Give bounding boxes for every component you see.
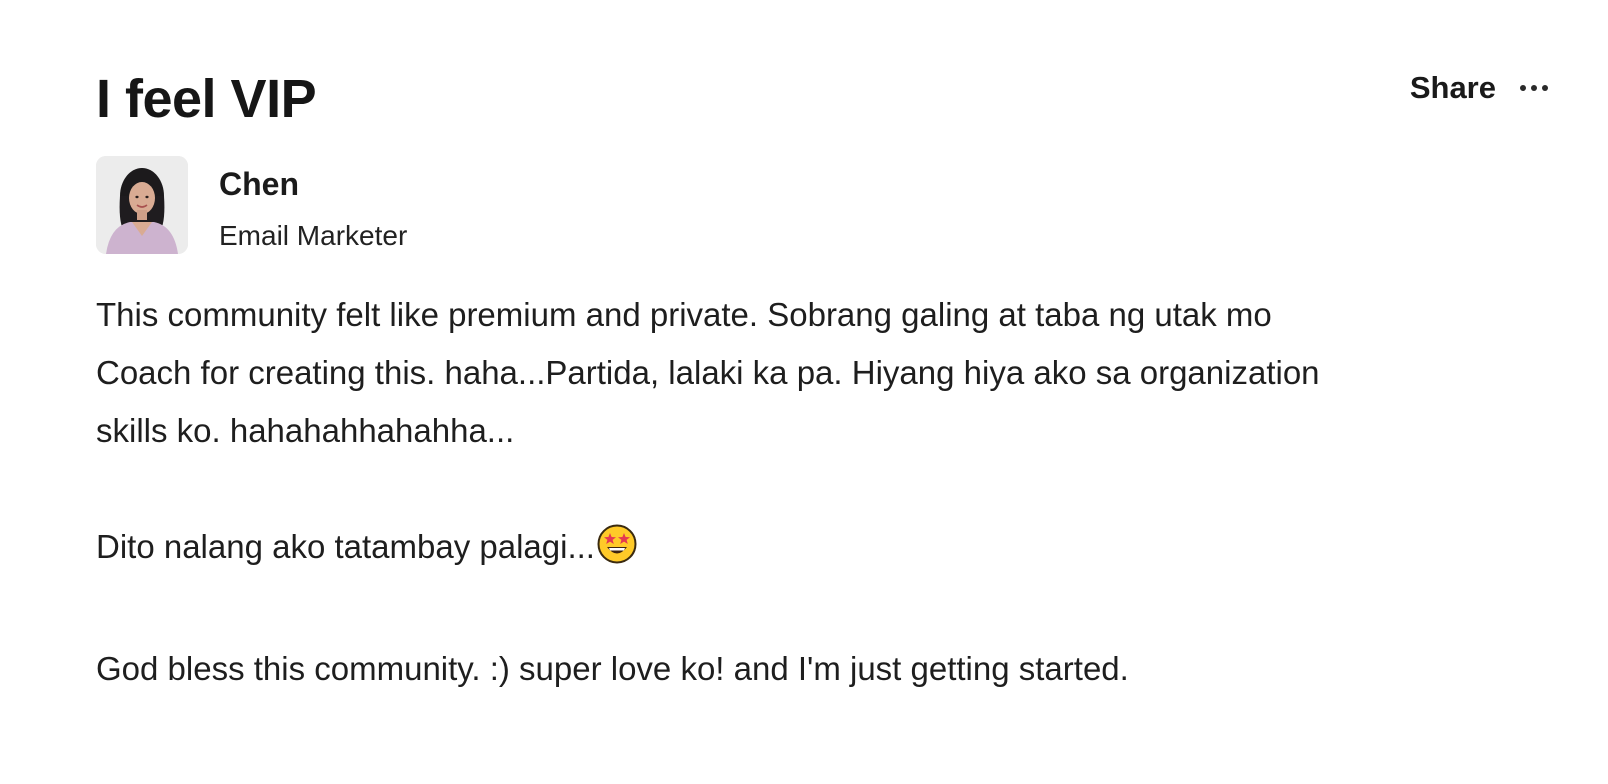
post-card: I feel VIP Share Chen Email Marketer Thi… <box>96 62 1556 698</box>
post-title: I feel VIP <box>96 69 317 129</box>
more-dot <box>1531 85 1537 91</box>
avatar-image <box>96 156 188 254</box>
more-options-icon[interactable] <box>1518 68 1550 108</box>
post-body: This community felt like premium and pri… <box>96 286 1556 698</box>
body-text: Dito nalang ako tatambay palagi... <box>96 528 595 565</box>
body-paragraph: Dito nalang ako tatambay palagi... <box>96 518 1556 582</box>
author-role: Email Marketer <box>219 220 408 251</box>
body-line: This community felt like premium and pri… <box>96 296 1272 333</box>
author-name[interactable]: Chen <box>219 164 407 204</box>
avatar[interactable] <box>96 156 188 254</box>
author-meta: Chen Email Marketer <box>219 156 407 254</box>
more-dot <box>1542 85 1548 91</box>
star-struck-emoji-icon <box>597 524 637 582</box>
body-paragraph: God bless this community. :) super love … <box>96 650 1129 687</box>
body-line: skills ko. hahahahhahahha... <box>96 412 515 449</box>
more-dot <box>1520 85 1526 91</box>
post-actions: Share <box>1410 68 1550 108</box>
share-button[interactable]: Share <box>1410 70 1496 106</box>
body-line: Coach for creating this. haha...Partida,… <box>96 354 1320 391</box>
author-block: Chen Email Marketer <box>96 156 1556 260</box>
post-header: I feel VIP Share <box>96 62 1556 136</box>
